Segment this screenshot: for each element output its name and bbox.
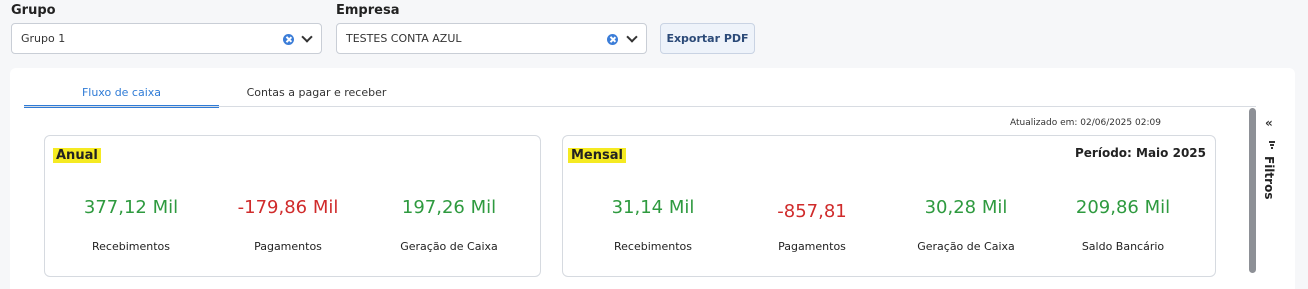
grupo-select-value: Grupo 1 [21,32,66,45]
monthly-saldo-bancario-label: Saldo Bancário [1081,240,1165,253]
annual-geracao-caixa-value: 197,26 Mil [401,197,497,218]
annual-title: Anual [53,148,101,163]
monthly-pagamentos-label: Pagamentos [778,240,846,253]
annual-recebimentos-label: Recebimentos [92,240,170,253]
grupo-select[interactable]: Grupo 1 [11,23,322,54]
monthly-card: Mensal Período: Maio 2025 31,14 Mil Rece… [562,135,1216,277]
grupo-label: Grupo [11,3,56,18]
vertical-scrollbar[interactable] [1249,108,1256,273]
monthly-geracao-caixa-value: 30,28 Mil [924,197,1008,218]
tab-contas-a-pagar-e-receber[interactable]: Contas a pagar e receber [219,86,414,108]
monthly-saldo-bancario-value: 209,86 Mil [1075,197,1171,218]
clear-icon[interactable] [283,34,294,45]
period-label: Período: Maio 2025 [1075,146,1206,160]
filtros-toggle[interactable]: Filtros [1262,156,1276,199]
annual-card: Anual 377,12 Mil Recebimentos -179,86 Mi… [44,135,541,277]
annual-recebimentos-value: 377,12 Mil [83,197,179,218]
monthly-recebimentos-value: 31,14 Mil [611,197,695,218]
clear-icon[interactable] [607,34,618,45]
double-chevron-left-icon[interactable]: « [1265,116,1273,130]
export-pdf-button[interactable]: Exportar PDF [660,23,755,54]
monthly-title: Mensal [568,148,626,163]
chevron-down-icon[interactable] [626,31,638,43]
monthly-geracao-caixa-label: Geração de Caixa [917,240,1015,253]
annual-pagamentos-label: Pagamentos [254,240,322,253]
tab-fluxo-de-caixa[interactable]: Fluxo de caixa [24,86,219,108]
monthly-recebimentos-label: Recebimentos [614,240,692,253]
annual-pagamentos-value: -179,86 Mil [237,197,339,218]
updated-timestamp: Atualizado em: 02/06/2025 02:09 [1010,118,1161,128]
annual-geracao-caixa-label: Geração de Caixa [400,240,498,253]
empresa-select[interactable]: TESTES CONTA AZUL [336,23,647,54]
tab-divider [24,106,1256,107]
empresa-select-value: TESTES CONTA AZUL [346,32,462,45]
empresa-label: Empresa [336,3,400,18]
chevron-down-icon[interactable] [301,31,313,43]
monthly-pagamentos-value: -857,81 [777,201,847,222]
filter-icon [1269,141,1275,149]
